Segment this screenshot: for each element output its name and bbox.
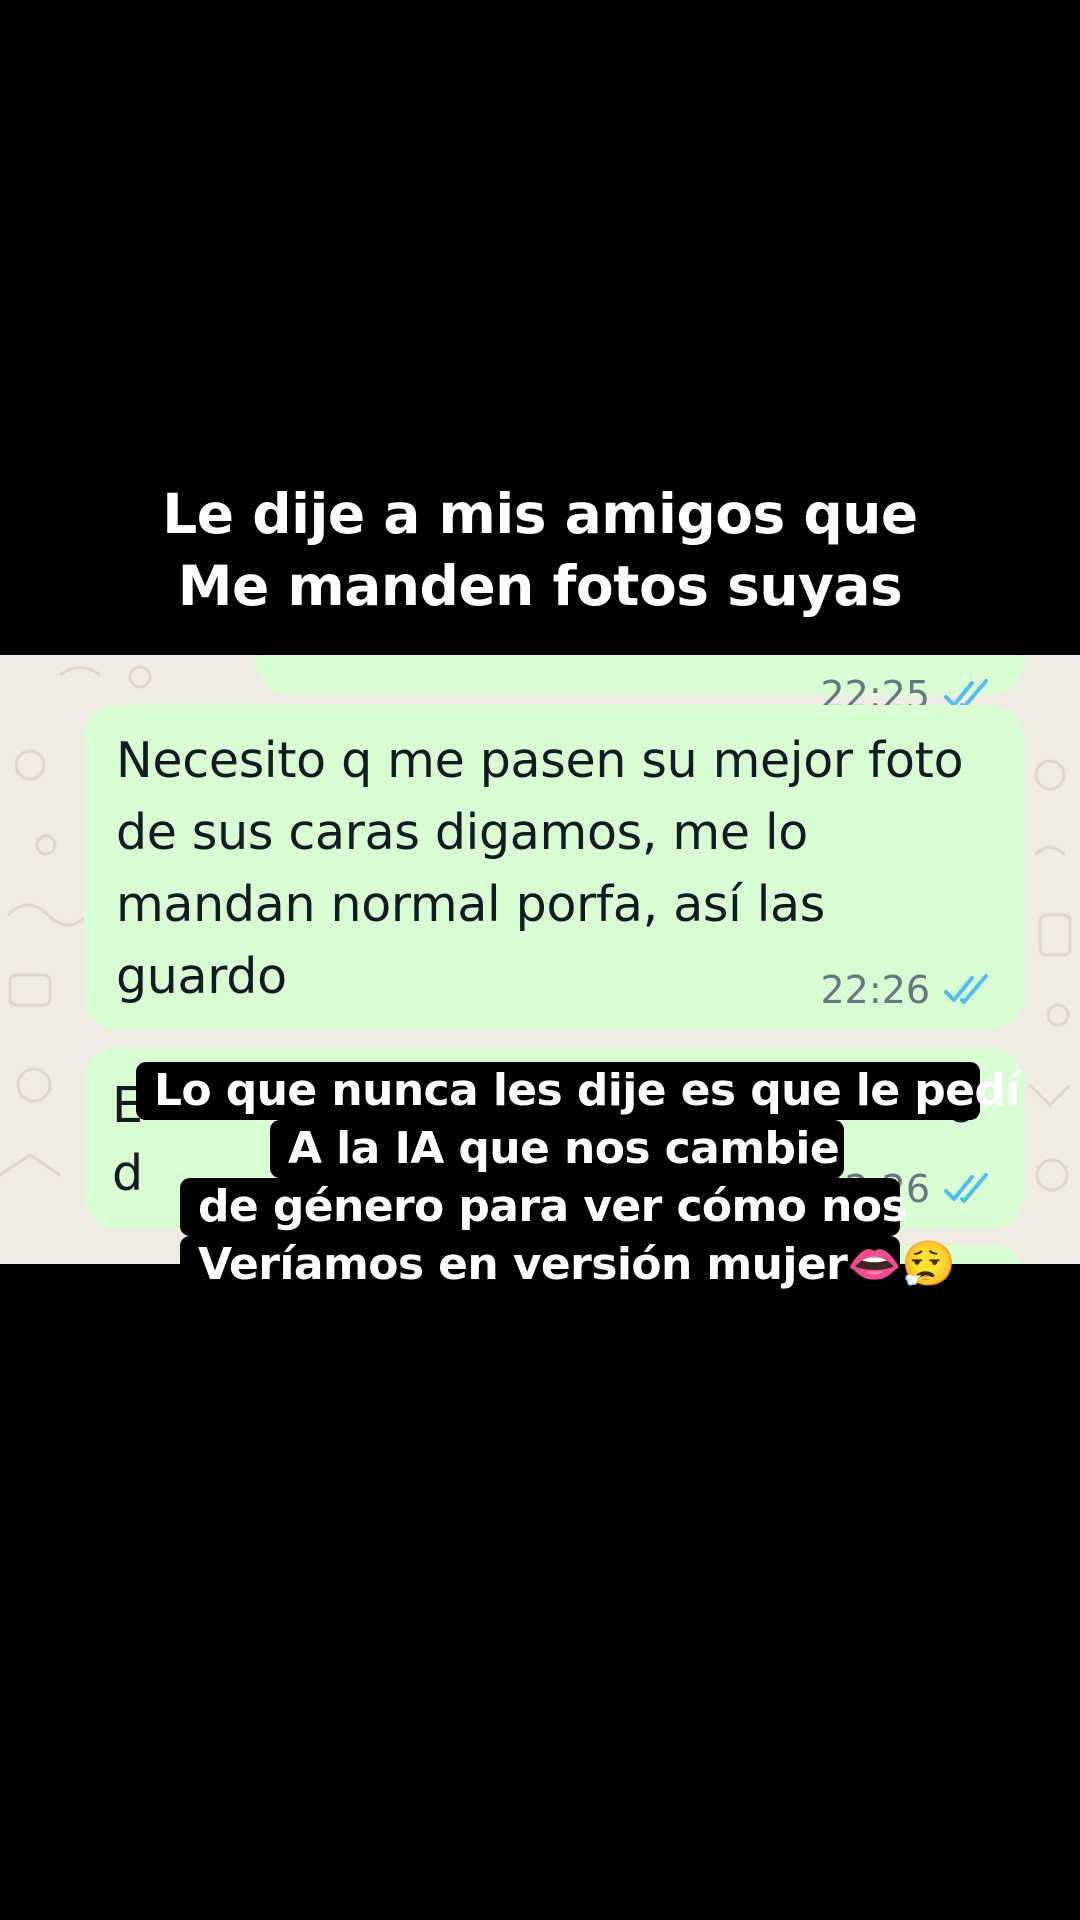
message-line-2: de sus caras digamos, me lo — [116, 804, 808, 861]
message-line-3: mandan normal porfa, así las — [116, 876, 826, 933]
video-frame: Le dije a mis amigos que Me manden fotos… — [0, 0, 1080, 1920]
bottom-caption-line-4-text: Veríamos en versión mujer — [198, 1239, 848, 1290]
bottom-caption-line-1: Lo que nunca les dije es que le pedí — [136, 1062, 1020, 1120]
message-time: 22:26 — [820, 968, 930, 1012]
bottom-caption-line-3: de género para ver cómo nos — [180, 1178, 908, 1236]
next-message-fragment: d — [112, 1145, 144, 1202]
top-caption-line-2: Me manden fotos suyas — [177, 554, 903, 618]
message-line-1: Necesito q me pasen su mejor foto — [116, 732, 964, 789]
lips-sigh-emoji: 👄😮‍💨 — [847, 1239, 956, 1290]
bottom-caption-line-4: Veríamos en versión mujer👄😮‍💨 — [180, 1236, 956, 1294]
double-check-icon — [944, 1173, 988, 1203]
top-caption-line-1: Le dije a mis amigos que — [162, 482, 918, 546]
previous-message-bubble[interactable]: 22:25 — [256, 655, 1024, 717]
double-check-icon — [944, 974, 988, 1004]
top-caption: Le dije a mis amigos que Me manden fotos… — [0, 478, 1080, 622]
bottom-caption-line-2: A la IA que nos cambie — [270, 1120, 844, 1178]
message-bubble[interactable]: Necesito q me pasen su mejor foto de sus… — [84, 705, 1024, 1030]
message-meta: 22:26 — [820, 968, 994, 1012]
